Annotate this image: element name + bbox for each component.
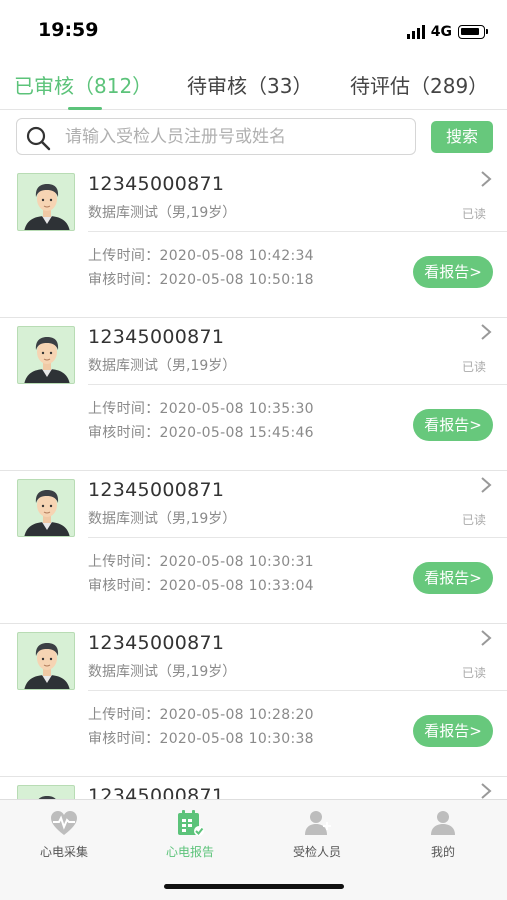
card-divider [88,690,507,691]
nav-label: 心电采集 [39,845,88,859]
review-time: 2020-05-08 10:50:18 [159,272,314,288]
status-bar: 19:59 4G [0,0,507,60]
chevron-right-icon[interactable] [478,169,494,189]
report-card[interactable]: 12345000871 数据库测试（男,19岁） 已读 上传时间：2020-05-08… [0,165,507,318]
read-status: 已读 [462,513,487,527]
nav-label: 我的 [430,845,455,859]
chevron-right-icon[interactable] [478,781,494,799]
report-card[interactable]: 12345000871 [0,777,507,799]
search-input[interactable] [65,123,405,151]
tab-reviewed[interactable]: 已审核（812） [14,70,152,99]
review-time-label: 审核时间： [88,731,160,747]
card-divider [88,537,507,538]
view-report-button[interactable]: 看报告> [413,562,493,594]
review-time-row: 审核时间：2020-05-08 10:50:18 [88,269,314,289]
review-time: 2020-05-08 10:33:04 [159,578,314,594]
avatar-icon [24,184,70,230]
read-status: 已读 [462,360,487,374]
avatar-icon [24,490,70,536]
network-type: 4G [430,24,452,40]
upload-time-row: 上传时间：2020-05-08 10:28:20 [88,704,314,724]
review-time: 2020-05-08 15:45:46 [159,425,314,441]
read-status: 已读 [462,207,487,221]
avatar-icon [24,643,70,689]
view-report-button[interactable]: 看报告> [413,715,493,747]
report-card[interactable]: 12345000871 数据库测试（男,19岁） 已读 上传时间：2020-05-08… [0,471,507,624]
review-time: 2020-05-08 10:30:38 [159,731,314,747]
upload-time: 2020-05-08 10:30:31 [159,554,314,570]
examinee-info: 数据库测试（男,19岁） [88,205,237,221]
avatar [17,632,75,690]
tab-pending-review[interactable]: 待审核（33） [187,70,312,99]
card-divider [88,231,507,232]
examinee-id: 12345000871 [88,632,225,654]
battery-icon [458,25,488,39]
review-time-row: 审核时间：2020-05-08 10:33:04 [88,575,314,595]
review-time-row: 审核时间：2020-05-08 15:45:46 [88,422,314,442]
examinee-info: 数据库测试（男,19岁） [88,358,237,374]
report-calendar-icon [178,810,204,836]
avatar [17,173,75,231]
nav-ecg-collect[interactable]: 心电采集 [4,808,124,860]
nav-examinees[interactable]: 受检人员 [257,808,377,860]
add-person-icon [305,811,331,835]
nav-mine[interactable]: 我的 [383,808,503,860]
view-report-button[interactable]: 看报告> [413,256,493,288]
upload-time: 2020-05-08 10:35:30 [159,401,314,417]
nav-label: 受检人员 [292,845,341,859]
heart-pulse-icon [51,811,77,835]
chevron-right-icon[interactable] [478,322,494,342]
upload-time-label: 上传时间： [88,248,160,264]
read-status: 已读 [462,666,487,680]
avatar [17,785,75,799]
status-time: 19:59 [38,19,99,41]
tab-pending-assessment[interactable]: 待评估（289） [350,70,488,99]
home-indicator [164,884,344,889]
upload-time-label: 上传时间： [88,401,160,417]
review-time-label: 审核时间： [88,425,160,441]
examinee-id: 12345000871 [88,326,225,348]
view-report-button[interactable]: 看报告> [413,409,493,441]
review-tabs: 已审核（812） 待审核（33） 待评估（289） [0,62,507,110]
active-tab-indicator [68,107,102,110]
review-time-row: 审核时间：2020-05-08 10:30:38 [88,728,314,748]
avatar-icon [38,796,56,799]
upload-time-label: 上传时间： [88,707,160,723]
upload-time: 2020-05-08 10:28:20 [159,707,314,723]
person-icon [431,811,455,835]
search-button[interactable]: 搜索 [431,121,493,153]
report-list: 12345000871 数据库测试（男,19岁） 已读 上传时间：2020-05-08… [0,165,507,799]
search-icon [26,126,51,151]
upload-time-label: 上传时间： [88,554,160,570]
search-box [16,118,416,155]
upload-time-row: 上传时间：2020-05-08 10:35:30 [88,398,314,418]
status-indicators: 4G [406,22,488,42]
examinee-id: 12345000871 [88,479,225,501]
report-card[interactable]: 12345000871 数据库测试（男,19岁） 已读 上传时间：2020-05-08… [0,318,507,471]
examinee-info: 数据库测试（男,19岁） [88,511,237,527]
upload-time-row: 上传时间：2020-05-08 10:42:34 [88,245,314,265]
nav-label: 心电报告 [165,845,214,859]
examinee-id: 12345000871 [88,785,225,799]
review-time-label: 审核时间： [88,578,160,594]
upload-time-row: 上传时间：2020-05-08 10:30:31 [88,551,314,571]
nav-ecg-report[interactable]: 心电报告 [130,808,250,860]
avatar [17,479,75,537]
signal-icon [406,25,425,39]
chevron-right-icon[interactable] [478,628,494,648]
report-card[interactable]: 12345000871 数据库测试（男,19岁） 已读 上传时间：2020-05-08… [0,624,507,777]
review-time-label: 审核时间： [88,272,160,288]
avatar-icon [24,337,70,383]
upload-time: 2020-05-08 10:42:34 [159,248,314,264]
chevron-right-icon[interactable] [478,475,494,495]
avatar [17,326,75,384]
card-divider [88,384,507,385]
examinee-info: 数据库测试（男,19岁） [88,664,237,680]
examinee-id: 12345000871 [88,173,225,195]
